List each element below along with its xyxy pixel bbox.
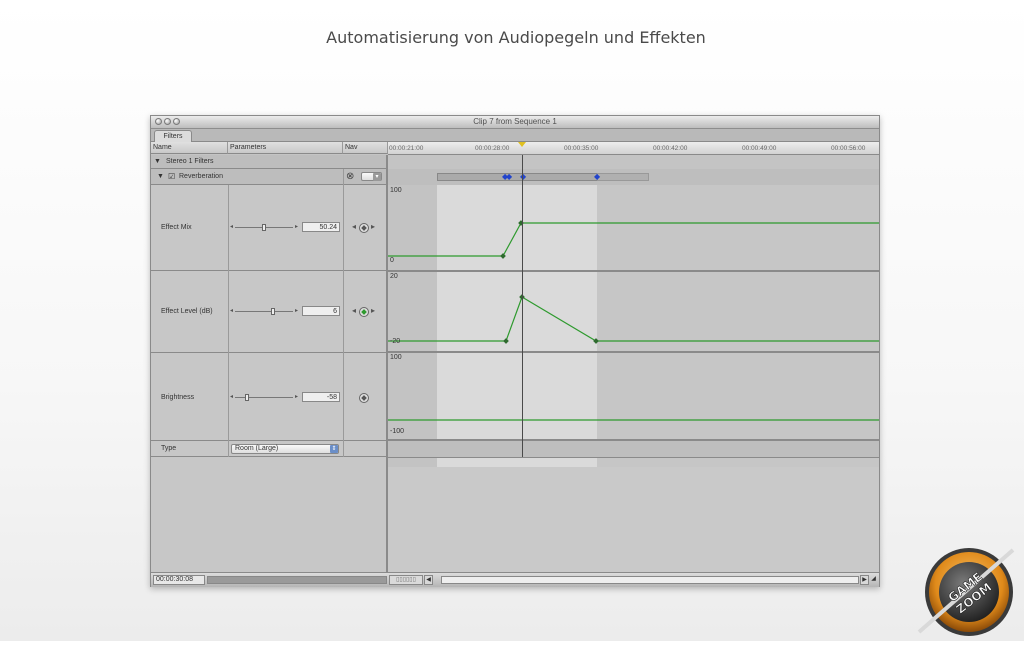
disclosure-triangle-icon[interactable]: ▼ bbox=[157, 173, 164, 180]
graph-max-label: 100 bbox=[390, 354, 402, 361]
filter-row-reverberation[interactable]: ▼ ☑ Reverberation ⊗ ▾ bbox=[151, 169, 388, 185]
page-headline: Automatisierung von Audiopegeln und Effe… bbox=[326, 28, 706, 47]
ruler-tick: 00:00:28:00 bbox=[475, 145, 510, 152]
window-titlebar: Clip 7 from Sequence 1 bbox=[151, 116, 879, 129]
zoom-slider[interactable]: ▯▯▯▯▯▯ bbox=[389, 575, 423, 585]
window-title: Clip 7 from Sequence 1 bbox=[473, 117, 557, 126]
group-row-stereo-filters[interactable]: ▼ Stereo 1 Filters bbox=[151, 155, 388, 169]
playhead-handle-icon[interactable] bbox=[518, 142, 526, 147]
type-select[interactable]: Room (Large) ⇕ bbox=[231, 444, 339, 454]
brightness-value-field[interactable]: -58 bbox=[302, 392, 340, 402]
add-keyframe-button[interactable] bbox=[359, 307, 369, 317]
current-timecode-field[interactable]: 00:00:30:08 bbox=[153, 575, 205, 585]
prev-keyframe-icon[interactable]: ◂ bbox=[352, 222, 356, 231]
slider-increment-icon[interactable]: ▸ bbox=[295, 223, 298, 230]
add-keyframe-button[interactable] bbox=[359, 393, 369, 403]
filters-window: Clip 7 from Sequence 1 Filters Name Para… bbox=[150, 115, 880, 587]
effect-mix-value-field[interactable]: 50.24 bbox=[302, 222, 340, 232]
ruler-tick: 00:00:42:00 bbox=[653, 145, 688, 152]
effect-level-value-field[interactable]: 6 bbox=[302, 306, 340, 316]
brightness-slider[interactable] bbox=[235, 397, 293, 398]
game-zoom-logo: GAME ZOOM bbox=[911, 540, 1021, 640]
playhead[interactable] bbox=[522, 155, 523, 457]
slider-increment-icon[interactable]: ▸ bbox=[295, 393, 298, 400]
effect-level-slider[interactable] bbox=[235, 311, 293, 312]
keyframe-graphs[interactable] bbox=[388, 155, 879, 457]
graph-min-label: -100 bbox=[390, 428, 405, 435]
slider-thumb[interactable] bbox=[262, 224, 266, 231]
timeline-ruler[interactable]: 00:00:21:00 00:00:28:00 00:00:35:00 00:0… bbox=[388, 142, 879, 155]
column-header-parameters[interactable]: Parameters bbox=[228, 142, 343, 154]
next-keyframe-icon[interactable]: ▸ bbox=[371, 222, 375, 231]
param-label: Effect Level (dB) bbox=[161, 308, 213, 315]
add-keyframe-button[interactable] bbox=[359, 223, 369, 233]
prev-keyframe-icon[interactable]: ◂ bbox=[352, 306, 356, 315]
resize-handle-icon[interactable]: ◢ bbox=[869, 575, 878, 585]
reset-filter-icon[interactable]: ⊗ bbox=[346, 171, 354, 182]
graph-max-label: 100 bbox=[390, 187, 402, 194]
filter-row-label: Reverberation bbox=[179, 173, 223, 180]
column-header-name[interactable]: Name bbox=[151, 142, 228, 154]
tab-filters[interactable]: Filters bbox=[154, 130, 192, 142]
ruler-tick: 00:00:35:00 bbox=[564, 145, 599, 152]
scroll-right-button[interactable]: ▶ bbox=[860, 575, 869, 585]
graph-max-label: 20 bbox=[390, 273, 398, 280]
ruler-tick: 00:00:21:00 bbox=[389, 145, 424, 152]
graph-min-label: -20 bbox=[390, 338, 401, 345]
next-keyframe-icon[interactable]: ▸ bbox=[371, 306, 375, 315]
column-header-nav[interactable]: Nav bbox=[343, 142, 388, 154]
param-row-effect-mix: Effect Mix ◂ ▸ 50.24 ◂ ▸ bbox=[151, 185, 388, 271]
slider-decrement-icon[interactable]: ◂ bbox=[230, 307, 233, 314]
group-row-label: Stereo 1 Filters bbox=[166, 158, 214, 165]
ruler-tick: 00:00:49:00 bbox=[742, 145, 777, 152]
param-row-type: Type Room (Large) ⇕ bbox=[151, 441, 388, 457]
scroll-left-button[interactable]: ◀ bbox=[424, 575, 433, 585]
parameter-list: ▼ Stereo 1 Filters ▼ ☑ Reverberation ⊗ ▾… bbox=[151, 155, 388, 572]
param-row-effect-level: Effect Level (dB) ◂ ▸ 6 ◂ ▸ bbox=[151, 271, 388, 353]
graph-min-label: 0 bbox=[390, 257, 394, 264]
slider-decrement-icon[interactable]: ◂ bbox=[230, 223, 233, 230]
slider-thumb[interactable] bbox=[245, 394, 250, 401]
filter-menu-button[interactable]: ▾ bbox=[361, 172, 382, 181]
type-select-value: Room (Large) bbox=[235, 445, 279, 452]
slider-decrement-icon[interactable]: ◂ bbox=[230, 393, 233, 400]
param-label: Type bbox=[161, 445, 177, 452]
slider-increment-icon[interactable]: ▸ bbox=[295, 307, 298, 314]
disclosure-triangle-icon[interactable]: ▼ bbox=[154, 158, 161, 165]
tab-bar: Filters bbox=[151, 129, 879, 142]
ruler-tick: 00:00:56:00 bbox=[831, 145, 866, 152]
enable-filter-checkbox[interactable]: ☑ bbox=[168, 172, 175, 181]
horizontal-scrollbar[interactable] bbox=[441, 576, 859, 584]
param-label: Brightness bbox=[161, 394, 195, 401]
slider-thumb[interactable] bbox=[270, 308, 275, 315]
bottom-bar: 00:00:30:08 ▯▯▯▯▯▯ ◀ ▶ ◢ bbox=[151, 572, 879, 587]
param-label: Effect Mix bbox=[161, 224, 192, 231]
keyframe-timeline[interactable]: ◆ ◆ ◆ ◆ 100 0 20 -20 100 -100 bbox=[388, 155, 879, 572]
chevron-updown-icon: ⇕ bbox=[330, 445, 338, 453]
param-row-brightness: Brightness ◂ ▸ -58 bbox=[151, 353, 388, 441]
